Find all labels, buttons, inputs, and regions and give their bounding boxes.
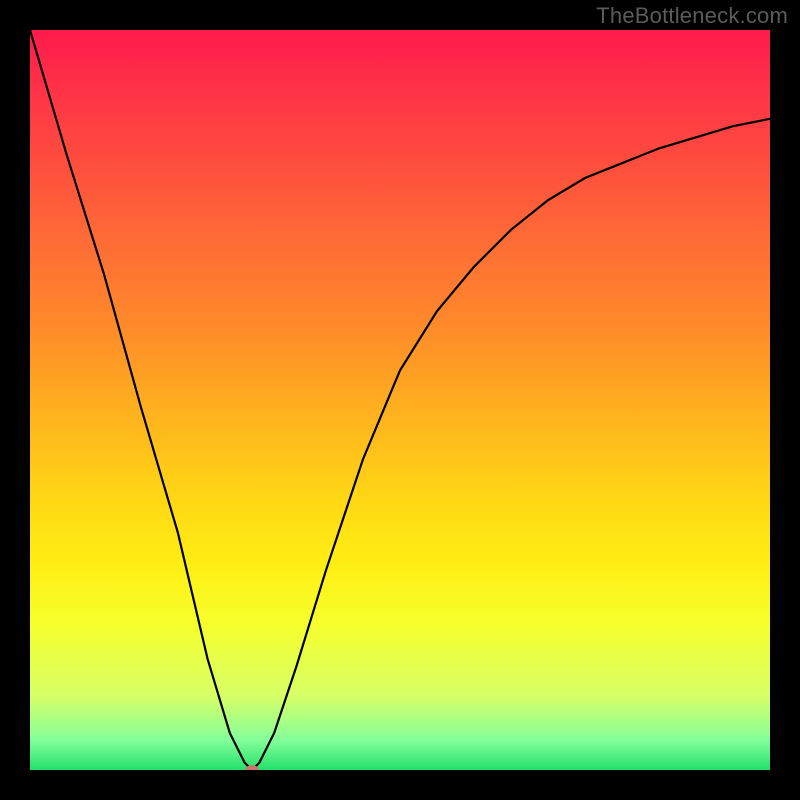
minimum-marker bbox=[245, 765, 259, 770]
attribution-text: TheBottleneck.com bbox=[596, 3, 788, 29]
curve-path bbox=[30, 30, 770, 770]
chart-frame: TheBottleneck.com bbox=[0, 0, 800, 800]
plot-area bbox=[30, 30, 770, 770]
bottleneck-curve bbox=[30, 30, 770, 770]
